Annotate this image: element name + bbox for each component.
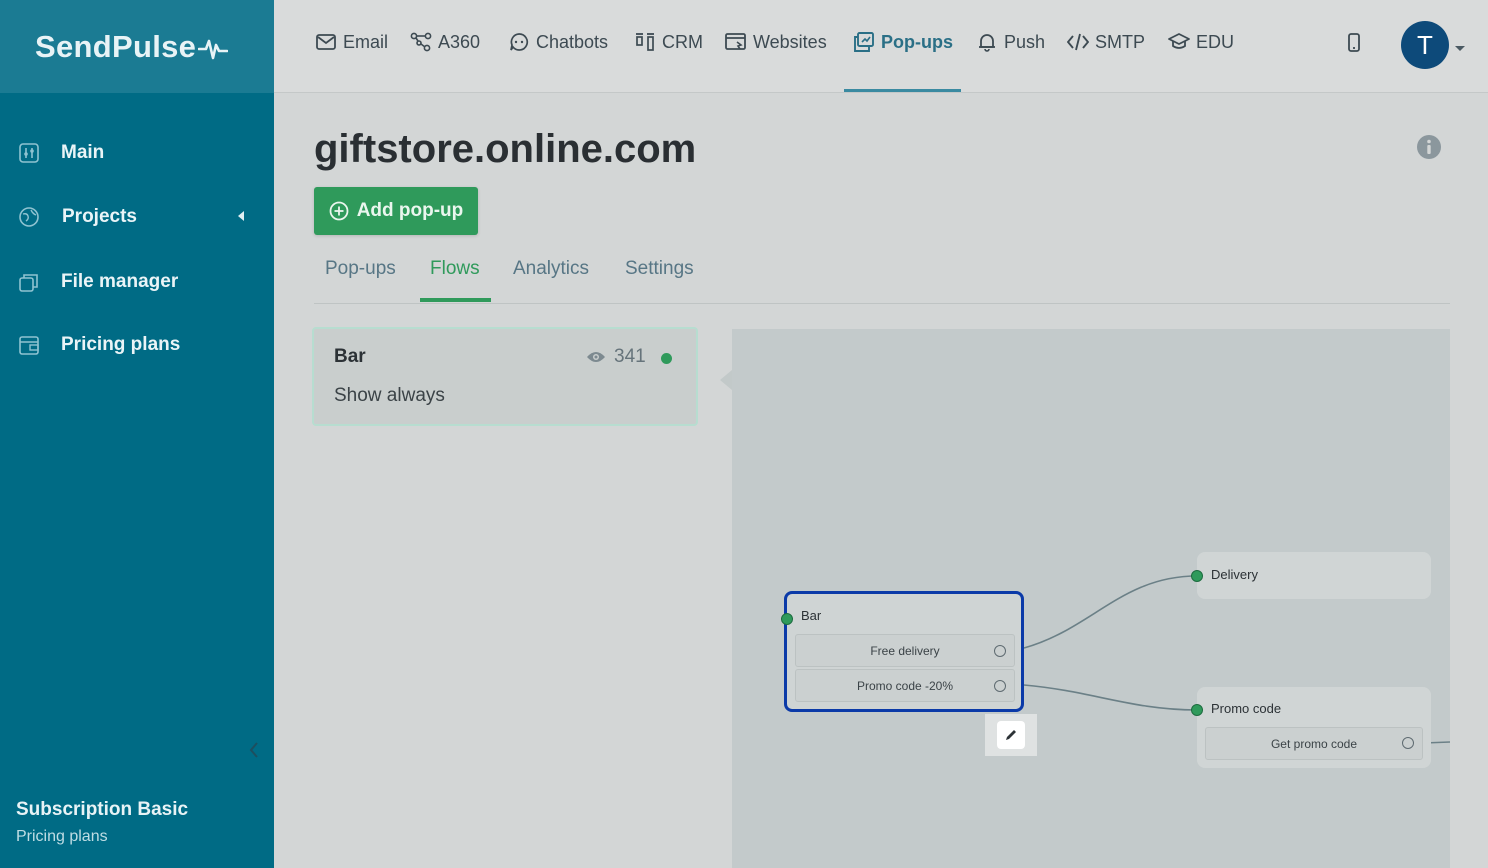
sidebar-item-file-manager[interactable]: File manager bbox=[17, 270, 178, 294]
mail-icon bbox=[315, 31, 337, 53]
node-output-port[interactable] bbox=[994, 680, 1006, 692]
node-button-get-promo-code[interactable]: Get promo code bbox=[1205, 727, 1423, 760]
node-input-port[interactable] bbox=[1191, 570, 1203, 582]
sidebar-item-label: Projects bbox=[62, 206, 137, 227]
page-title: giftstore.online.com bbox=[314, 127, 697, 171]
flow-node-promo-code[interactable]: Promo code Get promo code bbox=[1191, 687, 1431, 768]
flow-node-delivery[interactable]: Delivery bbox=[1191, 552, 1431, 599]
sidebar-item-projects[interactable]: Projects bbox=[17, 205, 137, 229]
nav-label: Push bbox=[1004, 31, 1046, 52]
website-icon bbox=[725, 31, 747, 53]
chevron-left-icon[interactable] bbox=[238, 211, 244, 221]
node-title: Promo code bbox=[1211, 701, 1282, 716]
nav-label: A360 bbox=[438, 31, 481, 52]
content-tabs: Pop-ups Flows Analytics Settings bbox=[314, 254, 1450, 304]
pulse-icon bbox=[198, 39, 229, 59]
nav-a360[interactable]: A360 bbox=[410, 31, 480, 53]
tab-settings[interactable]: Settings bbox=[625, 258, 694, 280]
flow-card[interactable]: Bar 341 Show always bbox=[312, 327, 698, 426]
nav-push[interactable]: Push bbox=[976, 31, 1045, 53]
avatar[interactable]: T bbox=[1401, 21, 1449, 69]
files-icon bbox=[17, 270, 41, 294]
dashboard-icon bbox=[17, 141, 41, 165]
wallet-icon bbox=[17, 333, 41, 357]
nav-label: Pop-ups bbox=[881, 31, 953, 52]
pricing-plans-link[interactable]: Pricing plans bbox=[16, 828, 108, 846]
kanban-icon bbox=[634, 31, 656, 53]
collapse-sidebar-button[interactable] bbox=[244, 740, 264, 760]
node-input-port[interactable] bbox=[781, 613, 793, 625]
pencil-icon bbox=[1006, 730, 1016, 740]
sidebar-item-label: File manager bbox=[61, 271, 179, 292]
flow-node-bar[interactable]: Bar Free delivery Promo code -20% bbox=[781, 591, 1024, 712]
tab-flows[interactable]: Flows bbox=[430, 258, 480, 280]
subscription-title: Subscription Basic bbox=[16, 799, 189, 820]
node-output-port[interactable] bbox=[994, 645, 1006, 657]
node-button-label: Get promo code bbox=[1270, 736, 1358, 751]
sidebar-item-pricing-plans[interactable]: Pricing plans bbox=[17, 333, 180, 357]
node-output-port[interactable] bbox=[1402, 737, 1414, 749]
card-pointer bbox=[720, 370, 732, 390]
brand-logo[interactable]: SendPulse bbox=[0, 0, 274, 93]
active-tab-indicator bbox=[420, 298, 491, 302]
eye-icon bbox=[587, 352, 605, 362]
node-title: Delivery bbox=[1211, 567, 1258, 582]
flow-name: Bar bbox=[334, 346, 366, 367]
top-navigation: Email A360 Chatbots CRM Websites Pop-ups… bbox=[274, 0, 1488, 93]
node-input-port[interactable] bbox=[1191, 704, 1203, 716]
nav-label: Chatbots bbox=[536, 31, 609, 52]
edit-node-button[interactable] bbox=[985, 714, 1037, 756]
mobile-preview-icon[interactable] bbox=[1347, 33, 1361, 58]
sidebar-item-label: Main bbox=[61, 142, 105, 163]
nav-chatbots[interactable]: Chatbots bbox=[508, 31, 608, 53]
node-button-promo-code[interactable]: Promo code -20% bbox=[795, 669, 1015, 702]
code-icon bbox=[1067, 31, 1089, 53]
flow-subtitle: Show always bbox=[334, 385, 445, 406]
chat-icon bbox=[508, 31, 530, 53]
flow-canvas[interactable]: Bar Free delivery Promo code -20% Delive… bbox=[732, 329, 1450, 868]
tab-analytics[interactable]: Analytics bbox=[513, 258, 589, 280]
nodes-icon bbox=[410, 31, 432, 53]
node-title: Bar bbox=[801, 608, 822, 623]
active-nav-indicator bbox=[844, 89, 961, 92]
nav-label: EDU bbox=[1196, 31, 1235, 52]
nav-label: SMTP bbox=[1095, 31, 1146, 52]
nav-label: Websites bbox=[753, 31, 827, 52]
plus-circle-icon bbox=[329, 201, 349, 221]
sidebar-item-label: Pricing plans bbox=[61, 334, 181, 355]
tab-pop-ups[interactable]: Pop-ups bbox=[325, 258, 396, 280]
brand-name: SendPulse bbox=[35, 28, 197, 64]
nav-smtp[interactable]: SMTP bbox=[1067, 31, 1145, 53]
nav-crm[interactable]: CRM bbox=[634, 31, 703, 53]
flow-views: 341 bbox=[586, 346, 646, 368]
flow-views-count: 341 bbox=[614, 346, 646, 367]
graduation-cap-icon bbox=[1168, 31, 1190, 53]
node-button-label: Free delivery bbox=[870, 643, 940, 658]
nav-label: CRM bbox=[662, 31, 703, 52]
nav-websites[interactable]: Websites bbox=[725, 31, 827, 53]
add-popup-label: Add pop-up bbox=[356, 200, 464, 221]
popup-icon bbox=[853, 31, 875, 53]
info-icon[interactable] bbox=[1416, 134, 1442, 165]
status-dot bbox=[661, 353, 672, 364]
nav-pop-ups[interactable]: Pop-ups bbox=[853, 31, 953, 53]
nav-email[interactable]: Email bbox=[315, 31, 388, 53]
add-popup-button[interactable]: Add pop-up bbox=[314, 187, 478, 235]
chevron-down-icon[interactable] bbox=[1455, 46, 1465, 51]
sidebar: SendPulse Main Projects File manager Pri… bbox=[0, 0, 274, 868]
nav-label: Email bbox=[343, 31, 389, 52]
node-button-label: Promo code -20% bbox=[856, 678, 954, 693]
bell-icon bbox=[976, 31, 998, 53]
globe-icon bbox=[17, 205, 41, 229]
node-button-free-delivery[interactable]: Free delivery bbox=[795, 634, 1015, 667]
nav-edu[interactable]: EDU bbox=[1168, 31, 1234, 53]
chevron-left-icon bbox=[249, 742, 258, 758]
sidebar-item-main[interactable]: Main bbox=[17, 141, 104, 165]
